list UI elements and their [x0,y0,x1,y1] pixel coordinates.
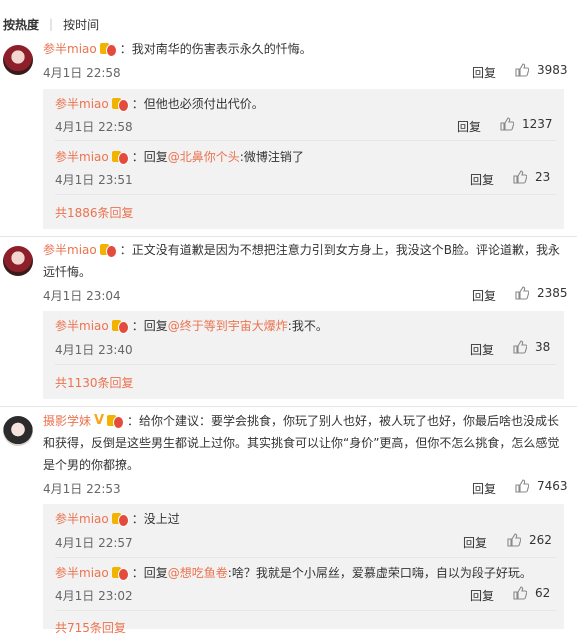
sort-by-time[interactable]: 按时间 [63,16,99,33]
timestamp: 4月1日 22:58 [55,120,133,134]
timestamp: 4月1日 23:04 [43,289,121,303]
badge-icon [111,512,129,527]
mention-link[interactable]: @想吃鱼卷 [168,564,228,582]
like-count: 1237 [522,117,553,131]
reply-text: 参半miao ：没上过 [55,510,180,528]
timestamp: 4月1日 22:58 [43,66,121,80]
username[interactable]: 参半miao [55,510,109,528]
thumbs-up-icon [513,170,527,184]
thumbs-up-icon [500,117,514,131]
reply-prefix: 回复 [143,319,168,333]
comment-text: 摄影学妹 V ：给你个建议：要学会挑食，你玩了别人也好，被人玩了也好，你最后啥也… [43,410,568,476]
thumbs-up-icon [515,479,529,493]
sort-bar: 按热度 | 按时间 [3,15,99,33]
more-replies-link[interactable]: 共1886条回复 [55,204,134,221]
reply-content: :啥？我就是个小屌丝，爱慕虚荣口嗨，自以为段子好玩。 [227,566,532,580]
comment-content: 正文没有道歉是因为不想把注意力引到女方身上，我没这个B脸。评论道歉，我永 [131,243,560,257]
timestamp: 4月1日 23:51 [55,173,133,187]
like-button[interactable]: 1237 [500,117,553,131]
reply-content: :我不。 [287,319,328,333]
username[interactable]: 参半miao [43,40,97,58]
reply-content: :微博注销了 [239,150,304,164]
reply-button[interactable]: 回复 [472,287,496,304]
thumbs-up-icon [513,586,527,600]
thumbs-up-icon [515,63,529,77]
like-count: 262 [529,533,552,547]
divider [55,557,556,558]
like-button[interactable]: 3983 [515,63,568,77]
username[interactable]: 参半miao [43,239,97,261]
sort-by-hot[interactable]: 按热度 [3,16,39,33]
like-count: 38 [535,340,551,354]
like-button[interactable]: 262 [507,533,552,547]
like-button[interactable]: 23 [513,170,550,184]
comment-text: 参半miao ：我对南华的伤害表示永久的忏悔。 [43,40,312,58]
username[interactable]: 摄影学妹 [43,410,91,432]
reply-prefix: 回复 [143,150,168,164]
comment-divider [0,236,577,237]
badge-icon [111,97,129,112]
reply-button[interactable]: 回复 [470,587,494,604]
comment-text: 参半miao ：正文没有道歉是因为不想把注意力引到女方身上，我没这个B脸。评论道… [43,239,563,283]
like-count: 62 [535,586,551,600]
username[interactable]: 参半miao [55,564,109,582]
badge-icon [111,150,129,165]
more-replies-link[interactable]: 共1130条回复 [55,374,134,391]
avatar[interactable] [3,416,33,446]
reply-text: 参半miao ：回复 @想吃鱼卷:啥？我就是个小屌丝，爱慕虚荣口嗨，自以为段子好玩… [55,564,532,582]
avatar[interactable] [3,246,33,276]
like-button[interactable]: 7463 [515,479,568,493]
like-button[interactable]: 2385 [515,286,568,300]
timestamp: 4月1日 22:57 [55,536,133,550]
username[interactable]: 参半miao [55,148,109,166]
timestamp: 4月1日 22:53 [43,482,121,496]
comment-divider [0,406,577,407]
divider [55,364,556,365]
thumbs-up-icon [513,340,527,354]
mention-link[interactable]: @北鼻你个头 [168,148,240,166]
divider [55,140,556,141]
vip-icon: V [94,413,105,428]
reply-button[interactable]: 回复 [470,171,494,188]
username[interactable]: 参半miao [55,95,109,113]
timestamp: 4月1日 23:40 [55,343,133,357]
like-button[interactable]: 62 [513,586,550,600]
reply-content: 没上过 [143,512,180,526]
thumbs-up-icon [515,286,529,300]
badge-icon [111,566,129,581]
reply-prefix: 回复 [143,566,168,580]
like-count: 2385 [537,286,568,300]
reply-button[interactable]: 回复 [463,534,487,551]
comment-content-cont: 远忏悔。 [43,265,92,279]
reply-button[interactable]: 回复 [472,480,496,497]
reply-content: 但他也必须付出代价。 [143,97,264,111]
thumbs-up-icon [507,533,521,547]
comment-content: 我对南华的伤害表示永久的忏悔。 [131,42,312,56]
timestamp: 4月1日 23:02 [55,589,133,603]
username[interactable]: 参半miao [55,317,109,335]
reply-button[interactable]: 回复 [457,118,481,135]
like-button[interactable]: 38 [513,340,550,354]
reply-button[interactable]: 回复 [472,64,496,81]
badge-icon [107,414,125,429]
badge-icon [99,42,117,57]
sort-separator: | [49,17,54,31]
like-count: 7463 [537,479,568,493]
more-replies-link[interactable]: 共715条回复 [55,619,126,636]
badge-icon [111,319,129,334]
reply-button[interactable]: 回复 [470,341,494,358]
like-count: 23 [535,170,551,184]
reply-text: 参半miao ：但他也必须付出代价。 [55,95,264,113]
reply-text: 参半miao ：回复 @北鼻你个头:微博注销了 [55,148,304,166]
reply-text: 参半miao ：回复 @终于等到宇宙大爆炸:我不。 [55,317,328,335]
like-count: 3983 [537,63,568,77]
mention-link[interactable]: @终于等到宇宙大爆炸 [168,317,288,335]
divider [55,610,556,611]
badge-icon [99,243,117,258]
divider [55,194,556,195]
comment-content-cont: 和获得，反倒是这些男生都说上过你。其实挑食可以让你“身价”更高，但你不怎么挑食，… [43,436,560,450]
comment-content: 给你个建议：要学会挑食，你玩了别人也好，被人玩了也好，你最后啥也没成长 [139,414,560,428]
avatar[interactable] [3,45,33,75]
comment-content-cont: 是个男的你都撩。 [43,458,140,472]
